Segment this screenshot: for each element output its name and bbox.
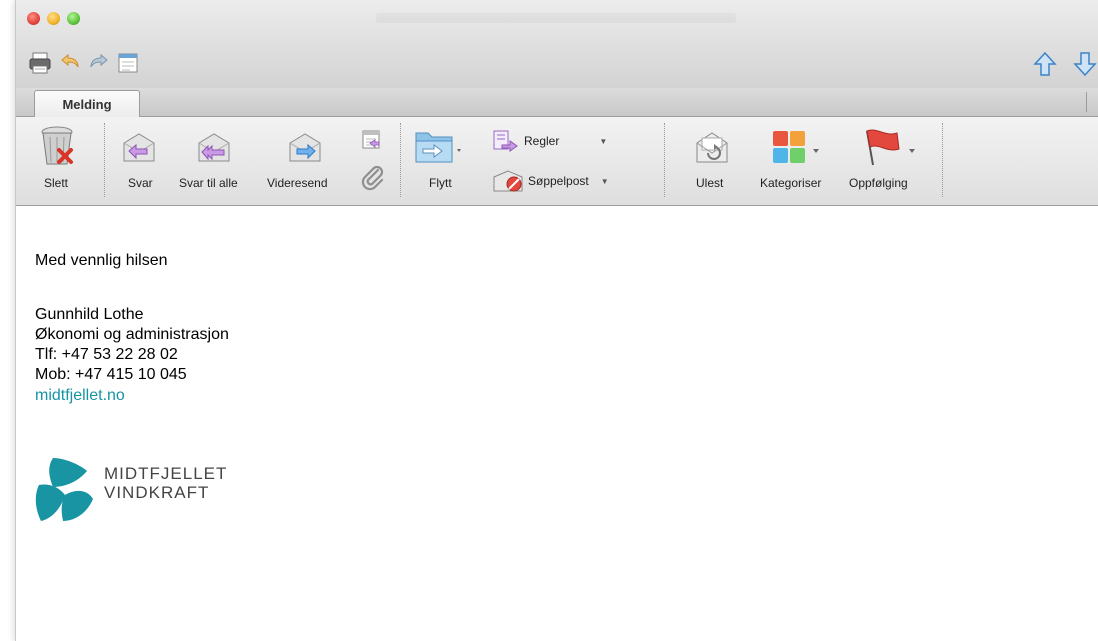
rules-dropdown-icon[interactable]: ▼ xyxy=(599,137,607,146)
print-icon xyxy=(29,52,51,74)
minimize-button[interactable] xyxy=(47,12,60,25)
ribbon-tab-bar: Melding xyxy=(16,88,1098,117)
close-button[interactable] xyxy=(27,12,40,25)
zoom-button[interactable] xyxy=(67,12,80,25)
forward-button[interactable]: Videresend xyxy=(267,117,349,205)
folder-icon xyxy=(415,132,461,163)
logo-line2: VINDKRAFT xyxy=(104,483,210,502)
delete-label: Slett xyxy=(44,176,69,190)
signature-website-link[interactable]: midtfjellet.no xyxy=(35,386,125,406)
signature-phone: Tlf: +47 53 22 28 02 xyxy=(35,346,178,363)
rules-button[interactable]: Regler ▼ xyxy=(492,129,607,153)
signature-department: Økonomi og administrasjon xyxy=(35,326,229,343)
calendar-reply-icon xyxy=(362,130,380,149)
rules-icon xyxy=(493,130,518,152)
logo-line1: MIDTFJELLET xyxy=(104,464,228,483)
logo-text: MIDTFJELLET VINDKRAFT xyxy=(104,464,227,502)
unread-button[interactable]: Ulest xyxy=(692,117,736,205)
window-title xyxy=(376,13,736,23)
signature-mobile: Mob: +47 415 10 045 xyxy=(35,366,187,383)
move-button[interactable]: Flytt xyxy=(412,117,468,205)
mail-window: Melding Slett Svar Svar til alle Videres… xyxy=(15,0,1098,641)
unread-icon xyxy=(696,132,728,163)
title-bar xyxy=(16,0,1098,89)
undo-icon xyxy=(61,53,79,68)
reply-all-label: Svar til alle xyxy=(179,176,238,190)
flag-icon xyxy=(866,129,915,166)
ribbon-separator xyxy=(400,123,401,197)
redo-icon xyxy=(90,53,108,68)
ribbon-separator xyxy=(664,123,665,197)
categorize-button[interactable]: Kategoriser xyxy=(759,117,849,205)
delete-button[interactable]: Slett xyxy=(36,117,86,205)
move-label: Flytt xyxy=(429,176,452,190)
attachment-button[interactable] xyxy=(360,165,386,191)
junk-dropdown-icon[interactable]: ▼ xyxy=(601,177,609,186)
greeting: Med vennlig hilsen xyxy=(35,252,168,269)
previous-message-button[interactable] xyxy=(1031,50,1059,78)
categorize-label: Kategoriser xyxy=(760,176,822,190)
calendar-button[interactable] xyxy=(115,50,141,76)
junk-icon xyxy=(493,170,523,192)
ribbon: Slett Svar Svar til alle Videresend Flyt… xyxy=(16,117,1098,206)
ribbon-collapse-handle[interactable] xyxy=(1086,92,1097,112)
reply-label: Svar xyxy=(128,176,153,190)
meeting-reply-button[interactable] xyxy=(360,129,384,153)
forward-label: Videresend xyxy=(267,176,328,190)
reply-icon xyxy=(123,133,155,162)
rules-label: Regler xyxy=(524,134,560,148)
followup-label: Oppfølging xyxy=(849,176,908,190)
attachment-icon xyxy=(361,165,384,191)
undo-button[interactable] xyxy=(57,50,83,76)
unread-label: Ulest xyxy=(696,176,724,190)
ribbon-separator xyxy=(104,123,105,197)
followup-button[interactable]: Oppfølging xyxy=(849,117,935,205)
categories-icon xyxy=(773,131,819,163)
reply-all-icon xyxy=(198,133,230,162)
ribbon-separator xyxy=(942,123,943,197)
tab-melding[interactable]: Melding xyxy=(34,90,140,117)
redo-button[interactable] xyxy=(86,50,112,76)
trash-icon xyxy=(41,126,73,165)
signature-name: Gunnhild Lothe xyxy=(35,306,144,323)
calendar-icon xyxy=(118,53,138,73)
reply-all-button[interactable]: Svar til alle xyxy=(179,117,267,205)
print-button[interactable] xyxy=(27,50,53,76)
down-arrow-icon xyxy=(1073,52,1097,77)
next-message-button[interactable] xyxy=(1071,50,1098,78)
forward-icon xyxy=(289,133,321,162)
up-arrow-icon xyxy=(1033,51,1057,76)
junk-label: Søppelpost xyxy=(528,174,589,188)
reply-button[interactable]: Svar xyxy=(119,117,161,205)
junk-button[interactable]: Søppelpost ▼ xyxy=(492,169,609,193)
